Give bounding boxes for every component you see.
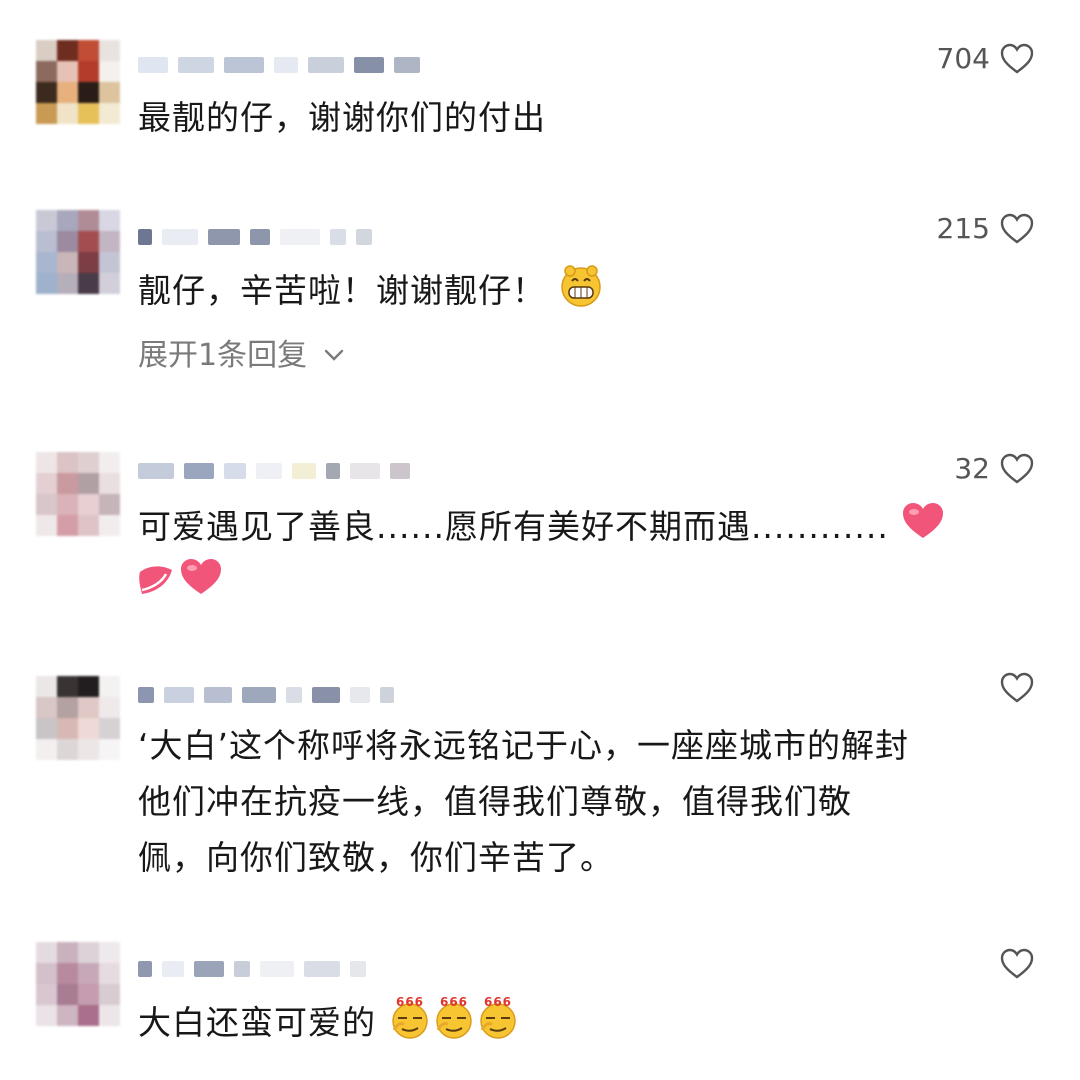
avatar[interactable] <box>36 40 120 124</box>
heart-outline-icon[interactable] <box>1000 213 1034 245</box>
heart-outline-icon[interactable] <box>1000 43 1034 75</box>
avatar[interactable] <box>36 210 120 294</box>
username-blurred[interactable] <box>138 226 372 248</box>
comment-text-content: 靓仔，辛苦啦！谢谢靓仔！ <box>138 271 546 310</box>
comment-text: 最靓的仔，谢谢你们的付出 <box>138 98 546 137</box>
heart-outline-icon[interactable] <box>1000 672 1034 704</box>
like-control[interactable] <box>1000 948 1034 980</box>
chevron-down-icon <box>323 335 345 370</box>
like-control[interactable] <box>1000 672 1034 704</box>
heart-emoji-icon <box>138 556 178 613</box>
666-emoji-icon: 666 <box>476 994 520 1055</box>
heart-outline-icon[interactable] <box>1000 948 1034 980</box>
username-blurred[interactable] <box>138 54 420 76</box>
username-blurred[interactable] <box>138 460 410 482</box>
username-blurred[interactable] <box>138 684 394 706</box>
comment-text: 可爱遇见了善良......愿所有美好不期而遇............ <box>138 500 946 557</box>
like-control[interactable]: 704 <box>937 42 1034 75</box>
avatar[interactable] <box>36 942 120 1026</box>
comment-text-line: 佩，向你们致敬，你们辛苦了。 <box>138 838 614 877</box>
comment-text-line: ‘大白’这个称呼将永远铭记于心，一座座城市的解封 <box>138 726 909 765</box>
like-count: 215 <box>936 212 990 245</box>
avatar[interactable] <box>36 676 120 760</box>
comment-text: 靓仔，辛苦啦！谢谢靓仔！ <box>138 262 604 323</box>
comment-text: 大白还蛮可爱的 666 666 666 <box>138 994 520 1055</box>
heart-emoji-icon <box>900 500 946 557</box>
like-control[interactable]: 32 <box>954 452 1034 485</box>
comment-text-content: 大白还蛮可爱的 <box>138 1003 376 1042</box>
grin-emoji-icon <box>558 262 604 323</box>
666-label: 666 <box>439 995 467 1009</box>
666-emoji-icon: 666 <box>432 994 476 1055</box>
like-count: 32 <box>954 452 990 485</box>
heart-emoji-icon <box>178 556 224 613</box>
expand-replies-button[interactable]: 展开1条回复 <box>138 330 345 374</box>
avatar[interactable] <box>36 452 120 536</box>
comment-emoji-row <box>138 556 224 613</box>
like-control[interactable]: 215 <box>937 212 1034 245</box>
heart-outline-icon[interactable] <box>1000 453 1034 485</box>
comment-text-line: 他们冲在抗疫一线，值得我们尊敬，值得我们敬 <box>138 782 852 821</box>
666-label: 666 <box>483 995 511 1009</box>
like-count: 704 <box>936 42 990 75</box>
username-blurred[interactable] <box>138 958 366 980</box>
666-label: 666 <box>395 995 423 1009</box>
666-emoji-icon: 666 <box>388 994 432 1055</box>
expand-replies-label: 展开1条回复 <box>138 338 308 373</box>
comment-text-content: 可爱遇见了善良......愿所有美好不期而遇............ <box>138 507 889 546</box>
